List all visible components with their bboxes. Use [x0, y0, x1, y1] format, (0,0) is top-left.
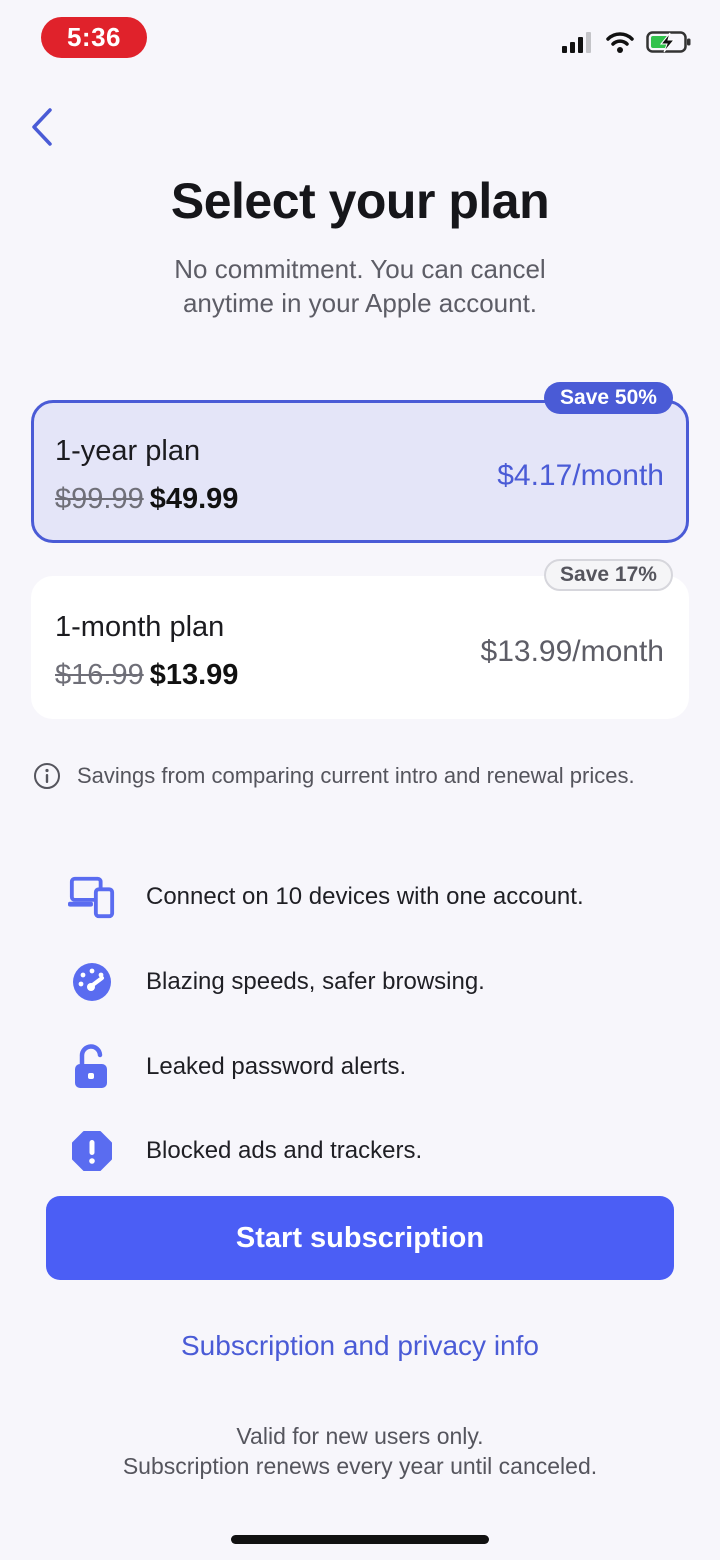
- alert-octagon-icon: [68, 1127, 116, 1175]
- speedometer-icon: [68, 958, 116, 1006]
- back-button[interactable]: [26, 104, 62, 150]
- plan-card-1-year[interactable]: 1-year plan $99.99 $49.99 $4.17/month: [31, 400, 689, 543]
- unlocked-padlock-icon: [68, 1043, 116, 1091]
- plan-name: 1-year plan: [55, 435, 201, 467]
- discounted-price: $13.99: [149, 659, 239, 691]
- plan-card-1-month[interactable]: 1-month plan $16.99 $13.99 $13.99/month: [31, 576, 689, 719]
- discounted-price: $49.99: [149, 483, 239, 515]
- feature-item: Blocked ads and trackers.: [68, 1127, 422, 1175]
- savings-note-text: Savings from comparing current intro and…: [77, 763, 635, 788]
- status-time: 5:36: [41, 17, 147, 58]
- plan-prices: $99.99 $49.99: [55, 483, 238, 516]
- status-icons: [562, 30, 692, 59]
- feature-item: Blazing speeds, safer browsing.: [68, 958, 485, 1006]
- plan-name: 1-month plan: [55, 611, 225, 643]
- feature-item: Connect on 10 devices with one account.: [68, 873, 584, 921]
- chevron-left-icon: [32, 108, 52, 146]
- devices-icon: [68, 873, 116, 921]
- feature-item: Leaked password alerts.: [68, 1043, 406, 1091]
- page-title: Select your plan: [170, 173, 550, 229]
- home-indicator[interactable]: [231, 1535, 489, 1544]
- battery-charging-icon: [646, 30, 692, 59]
- page-subtitle: No commitment. You can cancel anytime in…: [174, 254, 546, 318]
- feature-text: Connect on 10 devices with one account.: [146, 883, 584, 910]
- original-price: $99.99: [55, 483, 144, 515]
- plan-prices: $16.99 $13.99: [55, 659, 238, 692]
- original-price: $16.99: [55, 659, 144, 691]
- save-badge-1-month: Save 17%: [544, 559, 673, 591]
- save-badge-1-year: Save 50%: [544, 382, 673, 414]
- subscription-privacy-link[interactable]: Subscription and privacy info: [0, 1330, 720, 1362]
- start-subscription-button[interactable]: Start subscription: [46, 1196, 674, 1280]
- feature-text: Leaked password alerts.: [146, 1053, 407, 1080]
- monthly-price: $13.99/month: [480, 635, 664, 668]
- monthly-price: $4.17/month: [497, 459, 664, 492]
- savings-note: Savings from comparing current intro and…: [33, 762, 635, 790]
- feature-text: Blazing speeds, safer browsing.: [146, 968, 485, 995]
- wifi-icon: [606, 31, 634, 58]
- footnote: Valid for new users only. Subscription r…: [122, 1423, 598, 1479]
- info-icon: [34, 763, 60, 789]
- signal-icon: [562, 31, 594, 58]
- feature-text: Blocked ads and trackers.: [146, 1137, 423, 1164]
